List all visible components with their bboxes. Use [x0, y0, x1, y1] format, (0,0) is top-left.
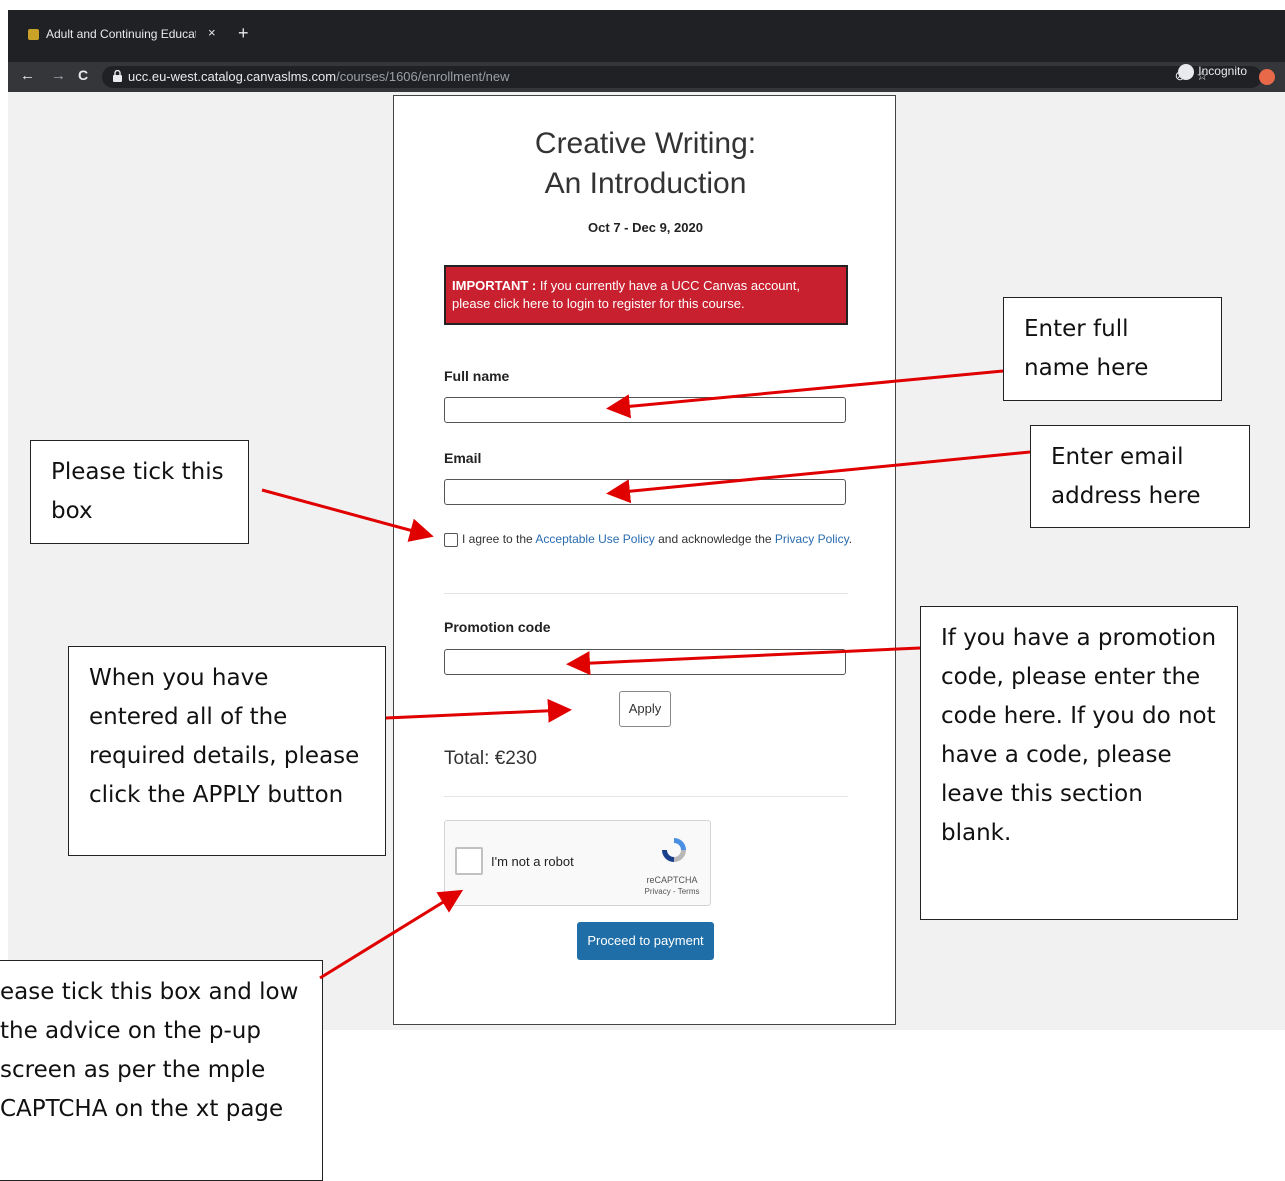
recaptcha-brand: reCAPTCHA — [646, 875, 698, 885]
lock-icon — [113, 70, 122, 82]
recaptcha-terms[interactable]: Privacy - Terms — [635, 887, 709, 896]
toolbar: ← → C ucc.eu-west.catalog.canvaslms.com/… — [8, 62, 1285, 92]
tab-title: Adult and Continuing Educatio — [46, 27, 196, 41]
course-title: Creative Writing: An Introduction — [534, 127, 757, 200]
back-button[interactable]: ← — [20, 67, 35, 84]
callout-promo: If you have a promotion code, please ent… — [920, 606, 1238, 920]
url-path: /courses/1606/enrollment/new — [336, 69, 510, 84]
address-bar[interactable]: ucc.eu-west.catalog.canvaslms.com/course… — [102, 66, 1262, 88]
callout-tick-box: Please tick this box — [30, 440, 249, 544]
proceed-to-payment-button[interactable]: Proceed to payment — [577, 922, 714, 960]
email-input[interactable] — [444, 479, 846, 505]
course-dates: Oct 7 - Dec 9, 2020 — [588, 220, 703, 235]
incognito-indicator[interactable]: Incognito — [1178, 64, 1247, 80]
total-price: Total: €230 — [444, 748, 537, 769]
divider — [444, 796, 848, 797]
recaptcha-logo-icon — [662, 838, 686, 862]
profile-avatar-icon[interactable] — [1259, 69, 1275, 85]
agree-text: I agree to the Acceptable Use Policy and… — [462, 532, 852, 546]
site-favicon-icon — [28, 29, 39, 40]
recaptcha-widget: I'm not a robot reCAPTCHA Privacy - Term… — [444, 820, 711, 906]
incognito-icon — [1178, 64, 1195, 80]
agree-checkbox[interactable] — [444, 533, 458, 547]
tab-bar: Adult and Continuing Educatio × + — [8, 10, 1285, 62]
agree-suffix: . — [848, 532, 853, 546]
promo-input[interactable] — [444, 649, 846, 675]
agree-middle: and acknowledge the — [658, 532, 772, 546]
callout-email: Enter email address here — [1030, 425, 1250, 528]
privacy-policy-link[interactable]: Privacy Policy — [775, 532, 849, 546]
callout-full-name: Enter full name here — [1003, 297, 1222, 401]
callout-apply: When you have entered all of the require… — [68, 646, 386, 856]
email-label: Email — [444, 450, 482, 466]
full-name-label: Full name — [444, 368, 510, 384]
alert-strong: IMPORTANT : — [452, 278, 537, 293]
promo-label: Promotion code — [444, 619, 551, 635]
apply-button[interactable]: Apply — [619, 691, 671, 727]
agree-prefix: I agree to the — [462, 532, 533, 546]
login-alert[interactable]: IMPORTANT : If you currently have a UCC … — [444, 265, 848, 325]
callout-captcha: ease tick this box and low the advice on… — [0, 960, 323, 1181]
forward-button[interactable]: → — [51, 67, 66, 84]
new-tab-button[interactable]: + — [238, 23, 249, 44]
url-host: ucc.eu-west.catalog.canvaslms.com — [128, 69, 337, 84]
incognito-label: Incognito — [1198, 64, 1247, 79]
full-name-input[interactable] — [444, 397, 846, 423]
recaptcha-checkbox[interactable] — [455, 847, 483, 875]
acceptable-use-link[interactable]: Acceptable Use Policy — [535, 532, 654, 546]
reload-button[interactable]: C — [78, 67, 88, 83]
close-tab-icon[interactable]: × — [208, 25, 216, 40]
enrollment-card: Creative Writing: An Introduction Oct 7 … — [393, 95, 896, 1025]
recaptcha-label: I'm not a robot — [491, 854, 574, 869]
browser-tab[interactable]: Adult and Continuing Educatio × — [20, 25, 235, 62]
divider — [444, 593, 848, 594]
url-text: ucc.eu-west.catalog.canvaslms.com/course… — [128, 69, 510, 84]
